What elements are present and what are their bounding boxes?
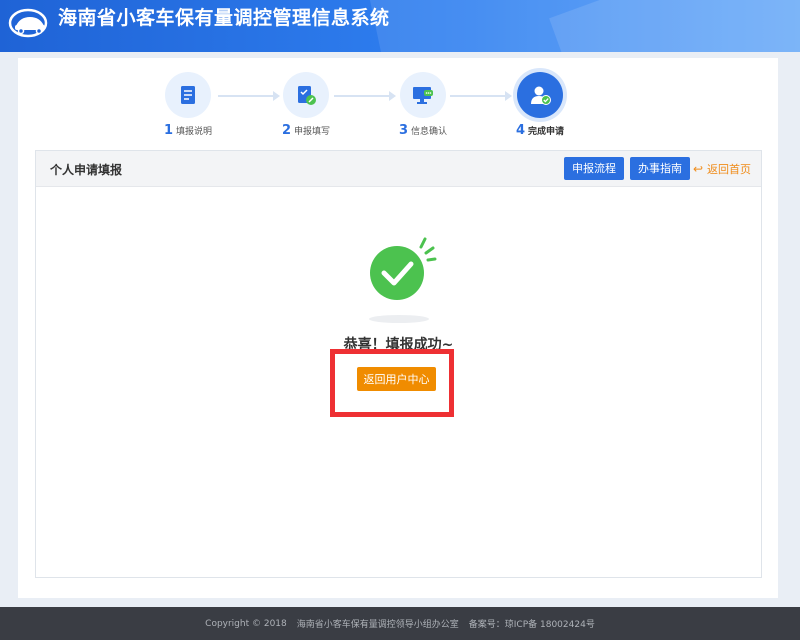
footer-org: 海南省小客车保有量调控领导小组办公室 (296, 620, 459, 630)
edit-check-icon (298, 86, 316, 105)
document-icon (181, 86, 195, 104)
car-logo-icon (8, 8, 48, 38)
guide-button[interactable]: 办事指南 (630, 157, 690, 180)
return-arrow-icon: ↩ (692, 162, 703, 176)
process-flow-button[interactable]: 申报流程 (564, 157, 624, 180)
step-3-circle (400, 72, 446, 118)
step-3-label: 3 信息确认 (398, 123, 448, 138)
app-title: 海南省小客车保有量调控管理信息系统 (58, 7, 390, 29)
header-decoration (549, 0, 800, 52)
footer-icp: 备案号：琼ICP备 18002424号 (468, 620, 595, 630)
panel-header: 个人申请填报 申报流程 办事指南 ↩ 返回首页 (36, 151, 761, 187)
monitor-chat-icon (413, 87, 433, 104)
step-3: 3 信息确认 (378, 72, 468, 138)
page-footer: Copyright © 2018 海南省小客车保有量调控领导小组办公室 备案号：… (0, 607, 800, 640)
app-header: 海南省小客车保有量调控管理信息系统 (0, 0, 800, 52)
step-4-circle (517, 72, 563, 118)
success-check-icon (369, 237, 437, 323)
main-content: 1 填报说明 2 申报填写 3 信息确认 4 完成申请 个人申请填报 申报流程 … (18, 58, 778, 598)
back-home-label: 返回首页 (707, 163, 751, 176)
step-2: 2 申报填写 (261, 72, 351, 138)
step-4: 4 完成申请 (495, 72, 585, 138)
progress-stepper: 1 填报说明 2 申报填写 3 信息确认 4 完成申请 (18, 72, 778, 142)
step-2-circle (283, 72, 329, 118)
footer-copyright: Copyright © 2018 (205, 618, 287, 629)
step-2-label: 2 申报填写 (281, 123, 331, 138)
highlight-annotation (330, 349, 454, 417)
step-1: 1 填报说明 (143, 72, 233, 138)
user-check-icon (531, 86, 551, 105)
back-home-link[interactable]: ↩ 返回首页 (693, 161, 751, 177)
step-4-label: 4 完成申请 (515, 123, 565, 138)
panel-title: 个人申请填报 (50, 163, 123, 177)
step-1-circle (165, 72, 211, 118)
step-1-label: 1 填报说明 (163, 123, 213, 138)
